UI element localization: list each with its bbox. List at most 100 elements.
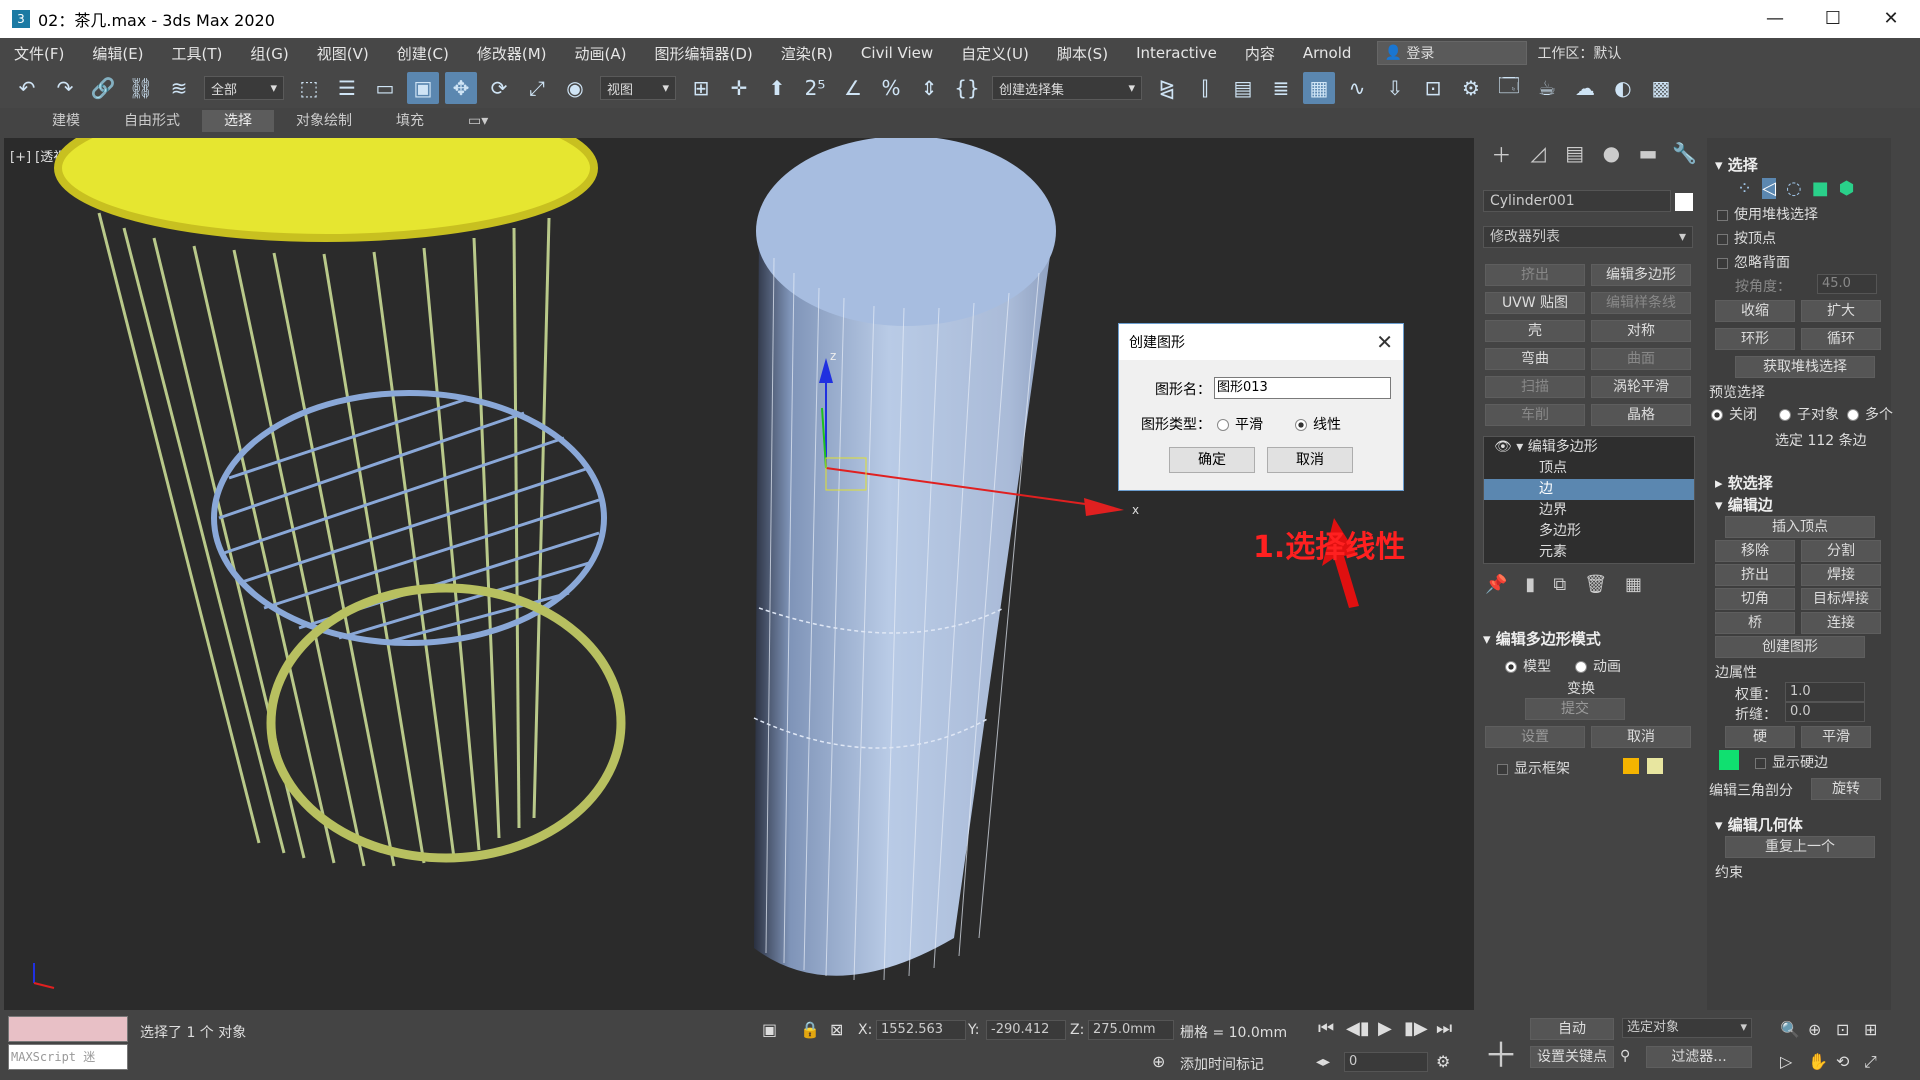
polygon-mode-icon[interactable]: ■ xyxy=(1812,178,1829,199)
perspective-viewport[interactable]: [+] [透视] [用户定义] [边面] xyxy=(4,138,1474,1010)
shrink-button[interactable]: 收缩 xyxy=(1715,300,1795,322)
remove-modifier-icon[interactable]: 🗑 xyxy=(1584,574,1607,595)
menu-interactive[interactable]: Interactive xyxy=(1122,44,1231,62)
split-button[interactable]: 分割 xyxy=(1801,540,1881,562)
tab-modeling[interactable]: 建模 xyxy=(30,110,102,132)
show-end-result-icon[interactable]: ▮ xyxy=(1525,574,1535,595)
render-icon[interactable]: ☕ xyxy=(1531,72,1563,104)
lattice-quick-button[interactable]: 晶格 xyxy=(1591,404,1691,426)
tab-populate[interactable]: 填充 xyxy=(374,110,446,132)
zoom-extents-icon[interactable]: ⊡ xyxy=(1836,1020,1849,1039)
commit-button[interactable]: 提交 xyxy=(1525,698,1625,720)
stack-item-edge[interactable]: 边 xyxy=(1484,479,1694,500)
menu-edit[interactable]: 编辑(E) xyxy=(78,43,157,64)
utilities-tab-icon[interactable]: 🔧 xyxy=(1666,141,1703,165)
render-setup-icon[interactable]: ⚙ xyxy=(1455,72,1487,104)
extrude-button[interactable]: 挤出 xyxy=(1715,564,1795,586)
align-icon[interactable]: ⫿ xyxy=(1189,72,1221,104)
tab-object-paint[interactable]: 对象绘制 xyxy=(274,110,374,132)
uvw-map-quick-button[interactable]: UVW 贴图 xyxy=(1485,292,1585,314)
fov-icon[interactable]: ▷ xyxy=(1780,1052,1792,1071)
menu-create[interactable]: 创建(C) xyxy=(383,43,463,64)
element-mode-icon[interactable]: ⬢ xyxy=(1839,178,1855,199)
edit-poly-quick-button[interactable]: 编辑多边形 xyxy=(1591,264,1691,286)
model-radio[interactable]: 模型 xyxy=(1505,656,1551,676)
percent-snap-icon[interactable]: % xyxy=(875,72,907,104)
frame-arrows-icon[interactable]: ◂▸ xyxy=(1316,1054,1330,1070)
key-mode-icon[interactable]: ⚲ xyxy=(1620,1048,1630,1064)
chamfer-button[interactable]: 切角 xyxy=(1715,588,1795,610)
edit-edges-header[interactable]: ▾ 编辑边 xyxy=(1715,494,1773,515)
reference-coord-dropdown[interactable]: 视图 ▾ xyxy=(600,76,676,100)
motion-tab-icon[interactable]: ● xyxy=(1593,141,1630,165)
rect-selection-icon[interactable]: ▭ xyxy=(369,72,401,104)
edit-poly-mode-header[interactable]: ▾ 编辑多边形模式 xyxy=(1483,628,1601,649)
layer-explorer-icon[interactable]: ≣ xyxy=(1265,72,1297,104)
lock-icon[interactable]: 🔒 xyxy=(800,1020,820,1039)
selection-header[interactable]: ▾ 选择 xyxy=(1715,154,1758,175)
add-time-tag-button[interactable]: 添加时间标记 xyxy=(1180,1054,1264,1074)
tab-freeform[interactable]: 自由形式 xyxy=(102,110,202,132)
preview-subobj-radio[interactable]: 子对象 xyxy=(1779,404,1839,424)
target-weld-button[interactable]: 目标焊接 xyxy=(1801,588,1881,610)
menu-animation[interactable]: 动画(A) xyxy=(561,43,641,64)
show-hard-edges-checkbox[interactable]: 显示硬边 xyxy=(1755,752,1828,772)
rotate-icon[interactable]: ⟳ xyxy=(483,72,515,104)
bind-spacewarp-icon[interactable]: ≋ xyxy=(163,72,195,104)
set-key-button[interactable]: 设置关键点 xyxy=(1530,1046,1614,1068)
isolate-icon[interactable]: ▣ xyxy=(762,1020,777,1039)
next-frame-icon[interactable]: ▮▶ xyxy=(1404,1018,1428,1039)
pan-icon[interactable]: ✋ xyxy=(1808,1052,1828,1071)
settings-button[interactable]: 设置 xyxy=(1485,726,1585,748)
turn-button[interactable]: 旋转 xyxy=(1811,778,1881,800)
lathe-quick-button[interactable]: 车削 xyxy=(1485,404,1585,426)
use-stack-checkbox[interactable]: 使用堆栈选择 xyxy=(1717,204,1818,224)
sweep-quick-button[interactable]: 扫描 xyxy=(1485,376,1585,398)
goto-start-icon[interactable]: ⏮ xyxy=(1318,1018,1334,1039)
render-iterative-icon[interactable]: ☁ xyxy=(1569,72,1601,104)
key-filters-button[interactable]: 过滤器... xyxy=(1646,1046,1752,1068)
hierarchy-tab-icon[interactable]: ▤ xyxy=(1556,141,1593,165)
edit-triangulation-button[interactable]: 编辑三角剖分 xyxy=(1709,780,1793,800)
loop-button[interactable]: 循环 xyxy=(1801,328,1881,350)
ring-button[interactable]: 环形 xyxy=(1715,328,1795,350)
vertex-mode-icon[interactable]: ⁘ xyxy=(1737,178,1752,199)
repeat-last-button[interactable]: 重复上一个 xyxy=(1725,836,1875,858)
menu-scripting[interactable]: 脚本(S) xyxy=(1043,43,1122,64)
surface-quick-button[interactable]: 曲面 xyxy=(1591,348,1691,370)
bend-quick-button[interactable]: 弯曲 xyxy=(1485,348,1585,370)
preview-off-radio[interactable]: 关闭 xyxy=(1711,404,1757,424)
pivot-icon[interactable]: ⊞ xyxy=(685,72,717,104)
stack-item-vertex[interactable]: 顶点 xyxy=(1484,458,1694,479)
absolute-mode-icon[interactable]: ⊠ xyxy=(830,1020,843,1039)
mirror-icon[interactable]: ⧎ xyxy=(1151,72,1183,104)
toggle-ribbon-icon[interactable]: ▦ xyxy=(1303,72,1335,104)
menu-arnold[interactable]: Arnold xyxy=(1289,44,1366,62)
z-coord-field[interactable]: 275.0mm xyxy=(1088,1020,1174,1040)
cage-color-swatch-1[interactable] xyxy=(1623,758,1639,774)
get-stack-selection-button[interactable]: 获取堆栈选择 xyxy=(1735,356,1875,378)
edit-geometry-header[interactable]: ▾ 编辑几何体 xyxy=(1715,814,1803,835)
login-dropdown[interactable]: 👤 登录 xyxy=(1377,41,1528,65)
menu-customize[interactable]: 自定义(U) xyxy=(947,43,1043,64)
shape-name-input[interactable]: 图形013 xyxy=(1214,377,1391,399)
select-by-name-icon[interactable]: ☰ xyxy=(331,72,363,104)
curve-editor-icon[interactable]: ∿ xyxy=(1341,72,1373,104)
mode-cancel-button[interactable]: 取消 xyxy=(1591,726,1691,748)
weight-spinner[interactable]: 1.0 xyxy=(1785,682,1865,702)
time-config-icon[interactable]: ⚙ xyxy=(1436,1052,1450,1071)
select-object-icon[interactable]: ⬚ xyxy=(293,72,325,104)
linear-radio[interactable]: 线性 xyxy=(1295,414,1341,434)
object-name-field[interactable]: Cylinder001 xyxy=(1483,190,1671,212)
menu-tools[interactable]: 工具(T) xyxy=(158,43,237,64)
ok-button[interactable]: 确定 xyxy=(1169,447,1255,473)
redo-icon[interactable]: ↷ xyxy=(49,72,81,104)
bridge-button[interactable]: 桥 xyxy=(1715,612,1795,634)
extrude-quick-button[interactable]: 挤出 xyxy=(1485,264,1585,286)
rendered-frame-icon[interactable]: 🗔 xyxy=(1493,72,1525,104)
place-icon[interactable]: ◉ xyxy=(559,72,591,104)
modifier-list-dropdown[interactable]: 修改器列表 ▾ xyxy=(1483,226,1693,248)
maximize-viewport-icon[interactable]: ⤢ xyxy=(1864,1052,1877,1072)
stack-item-border[interactable]: 边界 xyxy=(1484,500,1694,521)
material-editor-icon[interactable]: ⊡ xyxy=(1417,72,1449,104)
